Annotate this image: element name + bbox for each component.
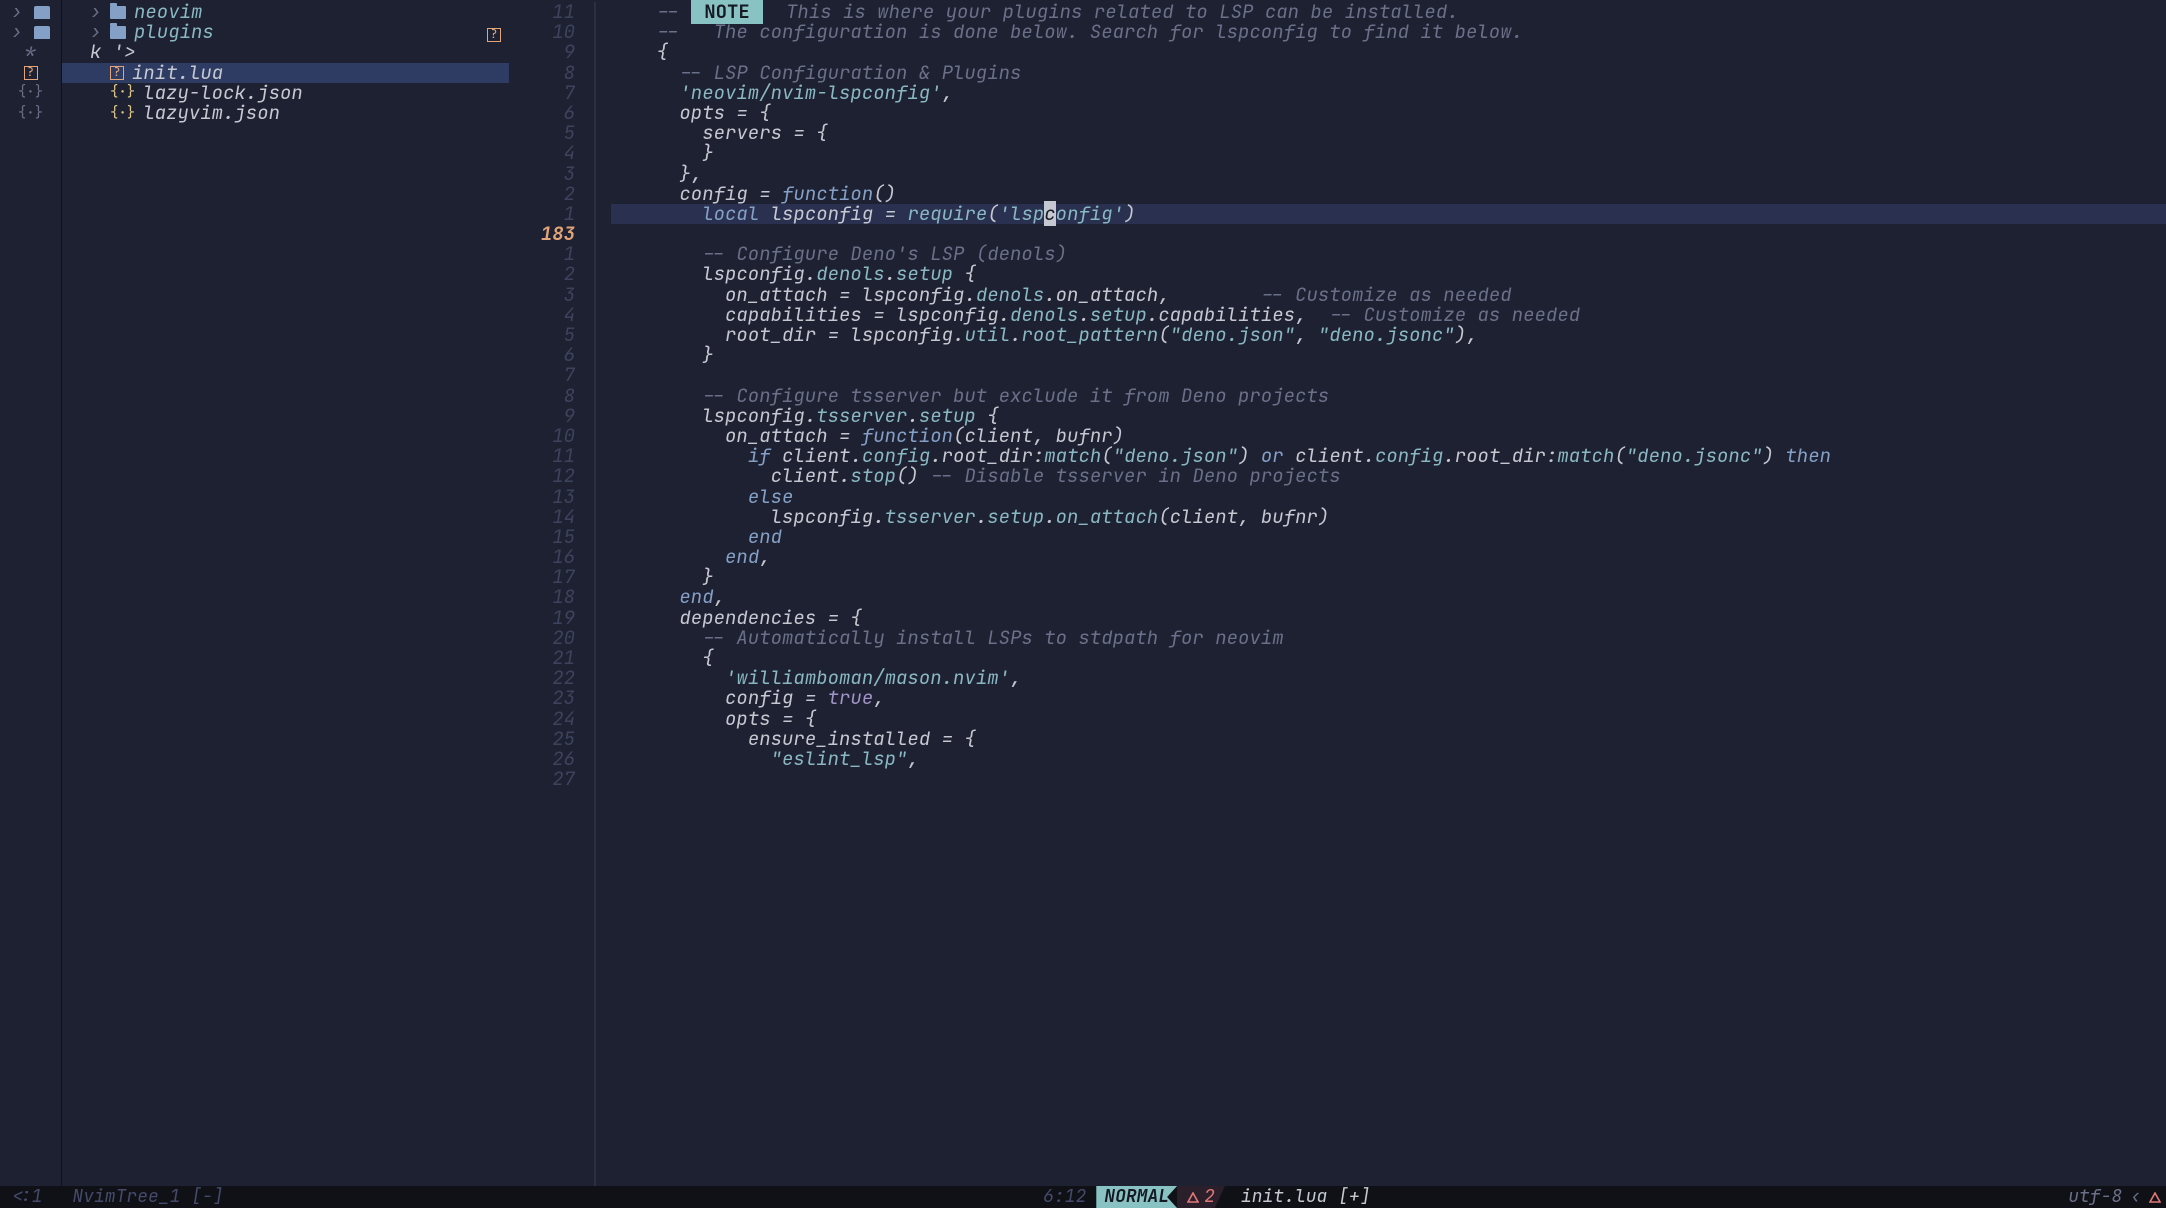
status-mode: NORMAL — [1096, 1186, 1177, 1208]
status-tree-location: 6:12 — [921, 1186, 1096, 1208]
status-diagnostics[interactable]: 2 — [1177, 1186, 1225, 1208]
code-line[interactable]: root_dir = lspconfig.util.root_pattern("… — [611, 325, 2166, 345]
json-icon: {·} — [18, 85, 43, 100]
status-untracked-icon: ? — [487, 28, 501, 42]
file-tree[interactable]: › neovim › plugins ? k '> ? init.lua {·}… — [62, 0, 509, 1186]
status-separator: ‹ — [2130, 1187, 2141, 1206]
tree-label: plugins — [134, 22, 214, 42]
status-filename: init.lua [+] — [1225, 1186, 1381, 1208]
code-line[interactable]: "eslint_lsp", — [611, 749, 2166, 769]
status-line: <:1 NvimTree_1 [-] 6:12 NORMAL 2 init.lu… — [0, 1186, 2166, 1208]
code-line[interactable]: servers = { — [611, 123, 2166, 143]
code-line[interactable]: config = true, — [611, 688, 2166, 708]
json-icon: {·} — [110, 106, 135, 121]
code-line[interactable]: } — [611, 143, 2166, 163]
code-line[interactable]: end — [611, 527, 2166, 547]
tree-label: k '> — [90, 42, 136, 62]
code-line[interactable]: lspconfig.tsserver.setup.on_attach(clien… — [611, 507, 2166, 527]
folder-icon — [110, 26, 126, 39]
tree-file-lazyvim-json[interactable]: {·} lazyvim.json — [62, 103, 509, 123]
file-status-icon: ? — [24, 66, 38, 80]
line-number-gutter: 1110987654321183123456789101112131415161… — [509, 0, 585, 1186]
code-editor[interactable]: 1110987654321183123456789101112131415161… — [509, 0, 2166, 1186]
code-line[interactable]: end, — [611, 547, 2166, 567]
code-lines[interactable]: -- NOTE This is where your plugins relat… — [611, 0, 2166, 1186]
star-icon: * — [25, 42, 36, 62]
status-encoding: utf-8 — [2068, 1187, 2122, 1206]
code-line[interactable]: client.stop() -- Disable tsserver in Den… — [611, 466, 2166, 486]
tree-file-lazy-lock-json[interactable]: {·} lazy-lock.json — [62, 83, 509, 103]
chevron-right-icon: › — [11, 22, 22, 42]
code-line[interactable]: 'neovim/nvim-lspconfig', — [611, 83, 2166, 103]
json-icon: {·} — [18, 106, 43, 121]
folder-icon — [34, 26, 50, 39]
tree-label: lazyvim.json — [143, 103, 280, 123]
file-status-icon: ? — [110, 66, 124, 80]
warning-icon — [2149, 1192, 2160, 1203]
status-diag-count: 2 — [1204, 1187, 1215, 1206]
folder-icon — [34, 6, 50, 19]
warning-icon — [1187, 1192, 1198, 1203]
code-line[interactable]: -- Automatically install LSPs to stdpath… — [611, 628, 2166, 648]
json-icon: {·} — [110, 85, 135, 100]
code-line[interactable]: -- The configuration is done below. Sear… — [611, 22, 2166, 42]
status-tree-title: NvimTree_1 [-] — [62, 1186, 233, 1208]
code-line[interactable]: } — [611, 567, 2166, 587]
code-line[interactable]: local lspconfig = require('lspconfig') — [611, 204, 2166, 224]
sign-column: › › * ? {·} {·} — [0, 0, 62, 1186]
code-line[interactable]: opts = { — [611, 103, 2166, 123]
status-left-prefix: <:1 — [0, 1186, 52, 1208]
tree-text: k '> — [62, 42, 509, 62]
fold-column — [585, 0, 611, 1186]
code-line[interactable]: } — [611, 345, 2166, 365]
tree-folder-neovim[interactable]: › neovim — [62, 2, 509, 22]
folder-icon — [110, 6, 126, 19]
line-number: 27 — [509, 769, 575, 789]
